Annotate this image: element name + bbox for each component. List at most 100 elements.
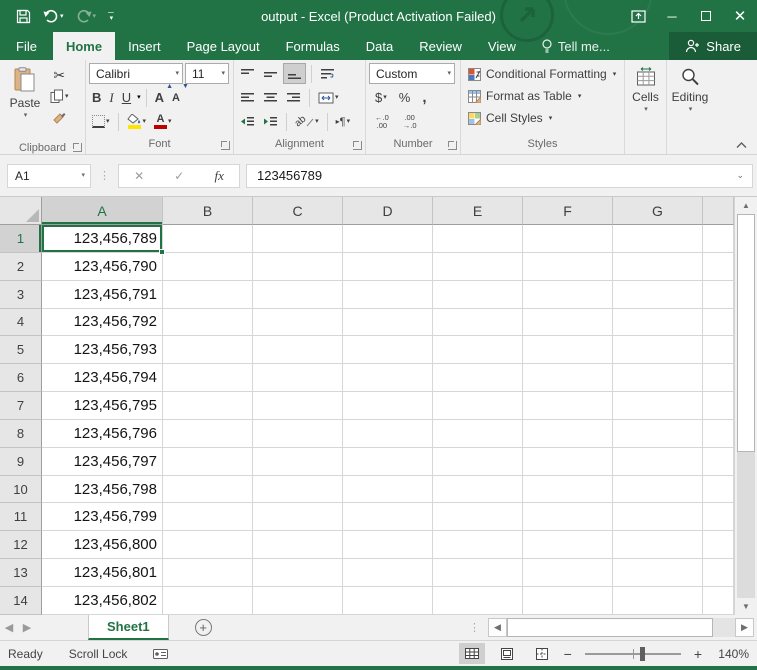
cell-A14[interactable]: 123,456,802 [42, 586, 163, 615]
cell-partial-8[interactable] [703, 419, 734, 448]
cell-A4[interactable]: 123,456,792 [42, 308, 163, 337]
number-dialog-launcher-icon[interactable] [448, 141, 457, 150]
cell-A9[interactable]: 123,456,797 [42, 447, 163, 476]
cell-styles-button[interactable]: Cell Styles ▾ [464, 107, 621, 129]
cell-D8[interactable] [343, 419, 433, 448]
shrink-font-button[interactable]: A ▼ [169, 83, 189, 108]
cell-C4[interactable] [253, 308, 343, 337]
formula-input[interactable]: 123456789 ⌄ [246, 163, 753, 188]
cell-A11[interactable]: 123,456,799 [42, 503, 163, 532]
scroll-left-icon[interactable]: ◀ [488, 618, 507, 637]
cell-D5[interactable] [343, 336, 433, 365]
decrease-indent-icon[interactable] [237, 111, 258, 132]
cell-D10[interactable] [343, 475, 433, 504]
column-header-F[interactable]: F [523, 197, 613, 225]
orientation-icon[interactable]: ab ▾ [292, 111, 322, 132]
cell-D7[interactable] [343, 392, 433, 420]
cell-C5[interactable] [253, 336, 343, 365]
cell-D3[interactable] [343, 280, 433, 309]
cell-F2[interactable] [523, 252, 613, 281]
cell-C10[interactable] [253, 475, 343, 504]
share-button[interactable]: Share [669, 32, 757, 60]
cell-E8[interactable] [433, 419, 523, 448]
decrease-decimal-icon[interactable]: .00 →.0 [400, 111, 420, 132]
cell-C3[interactable] [253, 280, 343, 309]
row-header-11[interactable]: 11 [0, 503, 42, 532]
cell-B13[interactable] [163, 559, 253, 587]
cell-B6[interactable] [163, 364, 253, 393]
cell-G10[interactable] [613, 475, 703, 504]
cell-E11[interactable] [433, 503, 523, 532]
cell-partial-13[interactable] [703, 559, 734, 587]
cell-C12[interactable] [253, 531, 343, 560]
row-header-6[interactable]: 6 [0, 364, 42, 393]
cell-D14[interactable] [343, 586, 433, 615]
fill-handle[interactable] [159, 248, 165, 255]
cell-F1[interactable] [523, 225, 613, 253]
editing-button[interactable]: Editing ▾ [670, 63, 710, 141]
cell-partial-12[interactable] [703, 531, 734, 560]
tell-me-box[interactable]: Tell me... [529, 32, 622, 60]
close-button[interactable]: ✕ [723, 1, 757, 31]
text-direction-icon[interactable]: ▸ ¶ ▾ [333, 111, 353, 132]
cell-C2[interactable] [253, 252, 343, 281]
cell-G9[interactable] [613, 447, 703, 476]
cell-E5[interactable] [433, 336, 523, 365]
cell-E3[interactable] [433, 280, 523, 309]
grow-font-button[interactable]: A ▲ [152, 83, 173, 108]
underline-button[interactable]: U [119, 87, 134, 108]
borders-icon[interactable]: ▾ [89, 111, 113, 132]
cell-D12[interactable] [343, 531, 433, 560]
tab-formulas[interactable]: Formulas [273, 32, 353, 60]
paste-button[interactable]: Paste ▾ [3, 63, 47, 141]
increase-indent-icon[interactable] [260, 111, 281, 132]
cell-F11[interactable] [523, 503, 613, 532]
format-painter-icon[interactable] [47, 107, 72, 128]
cell-D2[interactable] [343, 252, 433, 281]
cell-F3[interactable] [523, 280, 613, 309]
column-header-E[interactable]: E [433, 197, 523, 225]
cell-D9[interactable] [343, 447, 433, 476]
cell-G3[interactable] [613, 280, 703, 309]
cell-D13[interactable] [343, 559, 433, 587]
cell-G7[interactable] [613, 392, 703, 420]
number-format-combo[interactable]: Custom ▾ [369, 63, 455, 84]
cell-E2[interactable] [433, 252, 523, 281]
cell-partial-6[interactable] [703, 364, 734, 393]
horizontal-scrollbar-track[interactable] [713, 618, 735, 637]
comma-style-button[interactable]: , [419, 87, 429, 108]
tab-review[interactable]: Review [406, 32, 475, 60]
zoom-level[interactable]: 140% [711, 647, 749, 661]
cell-A3[interactable]: 123,456,791 [42, 280, 163, 309]
cell-partial-2[interactable] [703, 252, 734, 281]
cell-B11[interactable] [163, 503, 253, 532]
cell-B8[interactable] [163, 419, 253, 448]
format-as-table-button[interactable]: Format as Table ▾ [464, 85, 621, 107]
sheet-nav-right-icon[interactable]: ▶ [18, 615, 36, 640]
cell-F12[interactable] [523, 531, 613, 560]
column-header-B[interactable]: B [163, 197, 253, 225]
horizontal-scrollbar[interactable]: ⋮ ◀ ▶ [469, 615, 757, 640]
column-header-partial[interactable] [703, 197, 734, 225]
minimize-button[interactable]: ─ [655, 1, 689, 31]
row-header-13[interactable]: 13 [0, 559, 42, 587]
cell-E1[interactable] [433, 225, 523, 253]
row-header-8[interactable]: 8 [0, 419, 42, 448]
font-color-icon[interactable]: A ▾ [151, 111, 175, 132]
enter-icon[interactable]: ✓ [174, 169, 184, 183]
row-header-5[interactable]: 5 [0, 336, 42, 365]
cancel-icon[interactable]: ✕ [134, 169, 144, 183]
cell-F13[interactable] [523, 559, 613, 587]
name-box-resize-handle[interactable]: ⋮ [91, 169, 118, 182]
cell-partial-11[interactable] [703, 503, 734, 532]
zoom-in-button[interactable]: + [694, 646, 702, 662]
expand-formula-bar-icon[interactable]: ⌄ [736, 171, 744, 180]
vertical-scrollbar-thumb[interactable] [737, 214, 755, 452]
align-top-icon[interactable] [237, 63, 258, 84]
zoom-slider-thumb[interactable] [640, 646, 646, 661]
cell-partial-4[interactable] [703, 308, 734, 337]
cell-A5[interactable]: 123,456,793 [42, 336, 163, 365]
cell-B7[interactable] [163, 392, 253, 420]
row-header-4[interactable]: 4 [0, 308, 42, 337]
cell-G13[interactable] [613, 559, 703, 587]
